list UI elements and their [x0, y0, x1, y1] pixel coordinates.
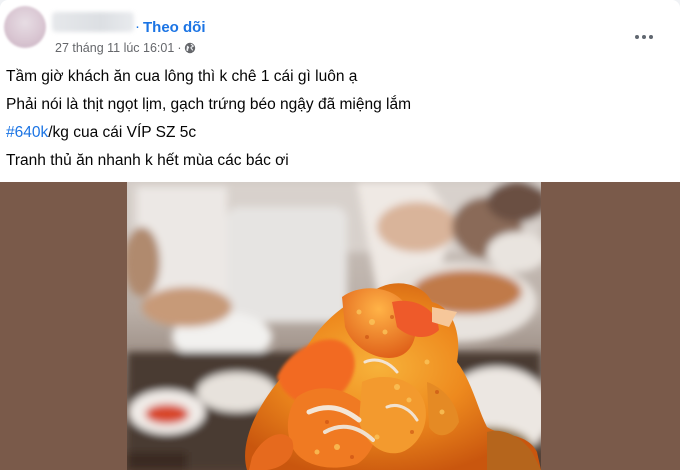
follow-button[interactable]: Theo dõi — [143, 18, 206, 38]
name-separator-dot: · — [135, 18, 140, 35]
post-media[interactable] — [0, 182, 680, 470]
facebook-post: · Theo dõi 27 tháng 11 lúc 16:01 · Tầm gi… — [0, 0, 680, 470]
author-name-blurred[interactable] — [52, 12, 134, 32]
avatar[interactable] — [4, 6, 46, 48]
post-line-2: Phải nói là thịt ngọt lịm, gạch trứng bé… — [6, 96, 411, 113]
post-message: Tầm giờ khách ăn cua lông thì k chê 1 cá… — [6, 67, 666, 179]
globe-icon[interactable] — [184, 42, 196, 54]
post-line-4: Tranh thủ ăn nhanh k hết mùa các bác ơi — [6, 152, 289, 169]
post-line-1: Tầm giờ khách ăn cua lông thì k chê 1 cá… — [6, 68, 358, 85]
crab-roe-photo[interactable] — [127, 182, 541, 470]
meta-separator-dot: · — [177, 41, 182, 55]
more-options-icon[interactable] — [630, 24, 658, 50]
post-line-3: #640k/kg cua cái VÍP SZ 5c — [6, 123, 666, 151]
hashtag-link[interactable]: #640k — [6, 124, 48, 141]
post-header: · Theo dõi 27 tháng 11 lúc 16:01 · — [0, 0, 680, 62]
post-timestamp[interactable]: 27 tháng 11 lúc 16:01 — [55, 41, 174, 55]
price-text: /kg cua cái VÍP SZ 5c — [48, 124, 197, 141]
post-meta: 27 tháng 11 lúc 16:01 · — [55, 40, 196, 56]
